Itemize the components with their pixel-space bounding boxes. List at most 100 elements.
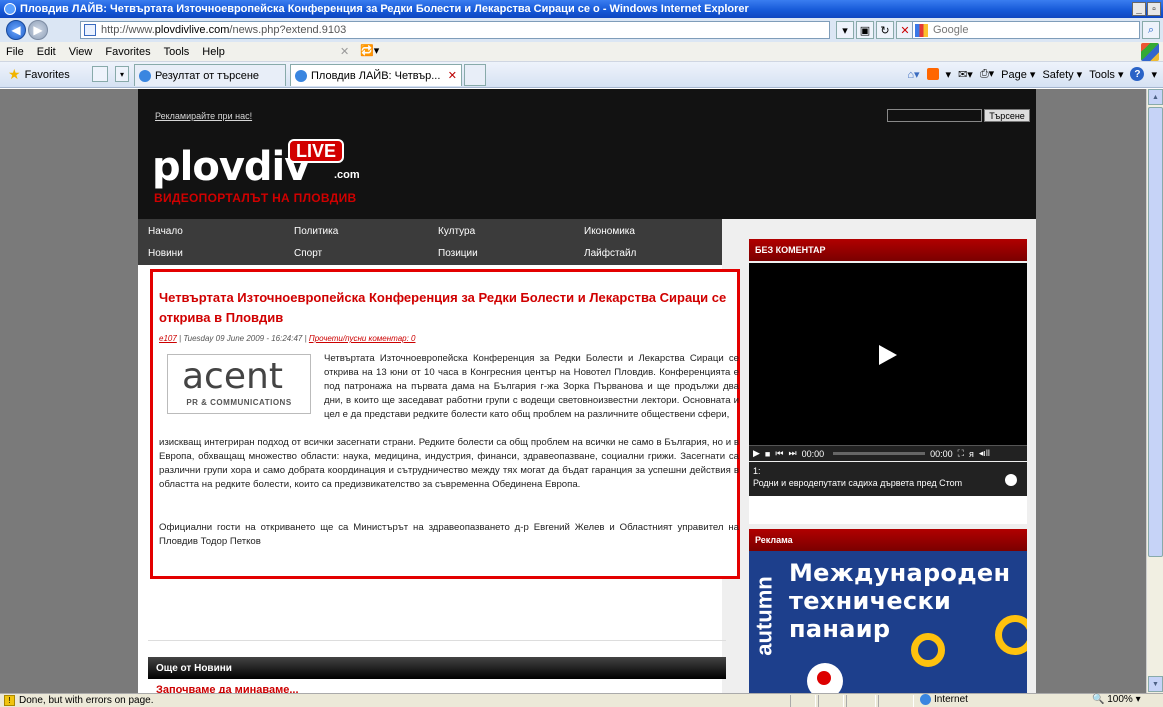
fullscreen-icon[interactable]: ⛶: [958, 448, 964, 459]
window-title: Пловдив ЛАЙВ: Четвъртата Източноевропейс…: [20, 3, 749, 15]
search-input[interactable]: Google: [912, 21, 1140, 39]
menu-favorites[interactable]: Favorites: [105, 46, 150, 58]
search-button[interactable]: ⌕: [1142, 21, 1160, 39]
zoom-level[interactable]: 🔍 100% ▾: [1092, 694, 1141, 705]
address-buttons: ▾ ▣ ↻ ✕: [836, 21, 914, 39]
play-icon[interactable]: [879, 345, 897, 365]
favorites-button[interactable]: ★ Favorites: [0, 66, 70, 83]
quick-tabs-icon[interactable]: [92, 66, 108, 82]
playlist-title: Родни и евродепутати садиха дървета пред…: [753, 478, 963, 488]
previous-icon[interactable]: ⏮: [775, 448, 783, 459]
status-segment: [818, 695, 844, 707]
article-image: acent PR & COMMUNICATIONS: [167, 354, 311, 414]
ad-ring-graphic: [911, 633, 945, 667]
nav-sport[interactable]: Спорт: [294, 248, 322, 259]
tools-menu[interactable]: Tools ▾: [1089, 68, 1123, 81]
site-logo-com: .com: [334, 169, 360, 181]
menu-bar: File Edit View Favorites Tools Help ✕ 🔁▾: [0, 42, 1163, 62]
site-search-input[interactable]: [887, 109, 982, 122]
security-zone[interactable]: Internet: [920, 694, 968, 705]
embed-icon[interactable]: ᴙ: [969, 449, 974, 459]
windows-logo-icon: [1141, 43, 1159, 61]
nav-news[interactable]: Новини: [148, 248, 183, 259]
nav-economy[interactable]: Икономика: [584, 226, 635, 237]
forward-button[interactable]: ▶: [28, 20, 48, 40]
maximize-button[interactable]: ▫: [1147, 2, 1161, 16]
url-prefix: http://www.: [101, 24, 155, 36]
more-news-header: Още от Новини: [148, 657, 726, 679]
ad-banner[interactable]: autumn Международен технически панаир: [749, 551, 1027, 693]
site-logo[interactable]: plovdiv: [152, 147, 310, 187]
page-menu[interactable]: Page ▾: [1001, 68, 1035, 81]
tab-label: Пловдив ЛАЙВ: Четвър...: [311, 69, 441, 82]
star-icon: ★: [8, 66, 21, 82]
article-title[interactable]: Четвъртата Източноевропейска Конференция…: [159, 288, 729, 328]
new-tab-button[interactable]: [464, 64, 486, 86]
close-tab-icon[interactable]: ✕: [448, 69, 457, 82]
advertise-link[interactable]: Рекламирайте при нас!: [155, 111, 252, 121]
seek-bar[interactable]: [833, 452, 926, 455]
menu-help[interactable]: Help: [202, 46, 225, 58]
article-paragraph-2: изискващ интегриран подход от всички зас…: [159, 437, 739, 491]
menu-tools[interactable]: Tools: [164, 46, 190, 58]
menu-view[interactable]: View: [69, 46, 93, 58]
window-titlebar: Пловдив ЛАЙВ: Четвъртата Източноевропейс…: [0, 0, 1163, 18]
warning-icon[interactable]: !: [4, 695, 15, 706]
playlist-item[interactable]: 1: Родни и евродепутати садиха дървета п…: [749, 462, 1027, 496]
video-player[interactable]: [749, 263, 1027, 445]
tab-plovdiv-live[interactable]: Пловдив ЛАЙВ: Четвър... ✕: [290, 64, 462, 86]
safety-menu[interactable]: Safety ▾: [1042, 68, 1082, 81]
tab-list-dropdown-icon[interactable]: ▾: [115, 66, 129, 82]
feeds-dropdown-icon[interactable]: ▾: [946, 68, 952, 81]
translate-icon[interactable]: 🔁▾: [360, 44, 379, 57]
help-icon[interactable]: ?: [1130, 67, 1145, 81]
status-segment: [878, 695, 914, 707]
playlist-separator: [749, 496, 1027, 524]
globe-icon: [920, 694, 931, 705]
feeds-icon[interactable]: [926, 68, 939, 80]
playlist-play-icon[interactable]: [1005, 474, 1017, 486]
address-toolbar: ◀ ▶ http://www. plovdivlive.com/news.php?…: [0, 18, 1163, 42]
read-mail-icon[interactable]: ✉▾: [958, 68, 973, 81]
home-icon[interactable]: ⌂▾: [907, 68, 919, 81]
stop-button-icon[interactable]: ■: [765, 449, 770, 459]
article-author-link[interactable]: e107: [159, 334, 177, 343]
nav-home[interactable]: Начало: [148, 226, 183, 237]
close-toolbar-icon[interactable]: ✕: [340, 45, 349, 58]
site-search-button[interactable]: Търсене: [984, 109, 1030, 122]
site-header: Рекламирайте при нас! Търсене plovdiv LI…: [138, 89, 1036, 219]
ad-line-1: Международен: [789, 559, 1011, 587]
vertical-scrollbar[interactable]: ▲ ▼: [1146, 89, 1163, 693]
google-icon: [915, 24, 928, 37]
tab-search-results[interactable]: Резултат от търсене: [134, 64, 286, 86]
nav-positions[interactable]: Позиции: [438, 248, 478, 259]
no-comment-header: БЕЗ КОМЕНТАР: [749, 239, 1027, 261]
ie-page-icon: [139, 69, 151, 82]
nav-politics[interactable]: Политика: [294, 226, 338, 237]
scroll-down-icon[interactable]: ▼: [1148, 676, 1163, 692]
time-total: 00:00: [930, 448, 953, 459]
favorites-bar: ★ Favorites ▾ Резултат от търсене Пловди…: [0, 62, 1163, 88]
menu-edit[interactable]: Edit: [37, 46, 56, 58]
play-button-icon[interactable]: ▶: [753, 448, 760, 459]
address-dropdown-icon[interactable]: ▾: [836, 21, 854, 39]
article-footer-area: [148, 581, 726, 641]
help-dropdown-icon[interactable]: ▾: [1151, 68, 1157, 81]
article-comments-link[interactable]: Прочети/пусни коментар: 0: [309, 334, 416, 343]
back-button[interactable]: ◀: [6, 20, 26, 40]
more-news-item[interactable]: Започваме да минаваме...: [156, 684, 299, 693]
scroll-up-icon[interactable]: ▲: [1148, 89, 1163, 105]
volume-icon[interactable]: ◂ıll: [979, 448, 990, 459]
print-icon[interactable]: ⎙▾: [980, 67, 994, 81]
address-input[interactable]: http://www. plovdivlive.com/news.php?exte…: [80, 21, 830, 39]
nav-lifestyle[interactable]: Лайфстайл: [584, 248, 636, 259]
next-icon[interactable]: ⏭: [788, 448, 796, 459]
nav-culture[interactable]: Култура: [438, 226, 475, 237]
minimize-button[interactable]: _: [1132, 2, 1146, 16]
acent-logo-text: acent: [182, 356, 283, 397]
scroll-thumb[interactable]: [1148, 107, 1163, 557]
favorites-label: Favorites: [24, 68, 70, 81]
refresh-icon[interactable]: ↻: [876, 21, 894, 39]
menu-file[interactable]: File: [6, 46, 24, 58]
compatibility-icon[interactable]: ▣: [856, 21, 874, 39]
